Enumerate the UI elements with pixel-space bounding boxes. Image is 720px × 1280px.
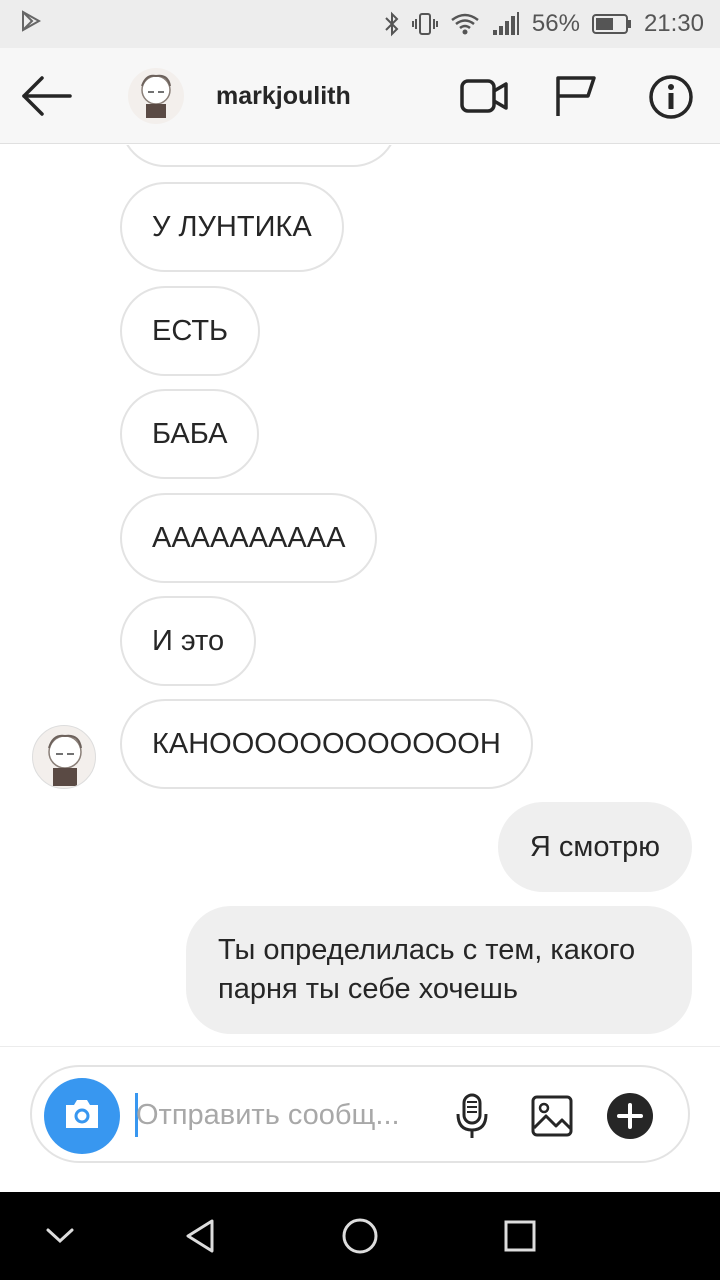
message-bubble-own[interactable]: Ты определилась с тем, какого парня ты с… <box>186 906 692 1034</box>
battery-icon <box>591 13 632 35</box>
flag-icon[interactable] <box>554 74 602 118</box>
message-bubble-own[interactable]: Я смотрю <box>497 802 692 892</box>
composer-bar <box>0 1046 720 1192</box>
nav-back-icon[interactable] <box>178 1214 222 1258</box>
message-bubble-cut <box>120 145 398 167</box>
message-text: ЕСТЬ <box>152 314 229 347</box>
chat-username[interactable]: markjoulith <box>216 82 351 111</box>
message-text: Ты определилась с тем, какого парня ты с… <box>218 934 636 1005</box>
message-bubble[interactable]: БАБА <box>120 389 260 479</box>
wifi-icon <box>450 12 480 36</box>
message-text: АААААААААА <box>152 521 346 554</box>
message-text: И это <box>152 624 225 657</box>
avatar[interactable] <box>128 68 184 124</box>
signal-icon <box>492 12 520 36</box>
message-thread: У ЛУНТИКА ЕСТЬ БАБА АААААААААА И это КАН… <box>0 145 720 1045</box>
info-icon[interactable] <box>648 74 696 119</box>
battery-percent: 56% <box>531 10 580 37</box>
message-bubble[interactable]: АААААААААА <box>120 493 378 583</box>
message-text: Я смотрю <box>529 830 660 863</box>
vibrate-icon <box>411 11 438 37</box>
status-bar: 56% 21:30 <box>0 0 720 48</box>
message-bubble[interactable]: ЕСТЬ <box>120 286 261 376</box>
camera-button[interactable] <box>44 1078 120 1154</box>
nav-recents-icon[interactable] <box>498 1214 542 1258</box>
message-bubble[interactable]: КАНООООООООООООН <box>120 699 533 789</box>
back-arrow-icon[interactable] <box>20 74 76 118</box>
message-text: КАНООООООООООООН <box>152 727 501 760</box>
chevron-down-icon[interactable] <box>38 1214 82 1258</box>
system-nav-bar <box>0 1192 720 1280</box>
chat-header: markjoulith <box>0 48 720 144</box>
message-text: У ЛУНТИКА <box>152 210 312 243</box>
clock: 21:30 <box>643 10 704 37</box>
message-bubble[interactable]: У ЛУНТИКА <box>120 182 344 272</box>
gallery-icon[interactable] <box>528 1092 576 1140</box>
message-bubble[interactable]: И это <box>120 596 257 686</box>
chat-screen: 56% 21:30 markjoulith У ЛУНТИКА ЕСТЬ БАБ… <box>0 0 720 1280</box>
play-store-icon <box>20 9 42 39</box>
nav-home-icon[interactable] <box>338 1214 382 1258</box>
message-text: БАБА <box>152 417 228 450</box>
composer <box>30 1065 690 1163</box>
sender-avatar[interactable] <box>32 725 96 789</box>
bluetooth-icon <box>384 11 400 37</box>
microphone-icon[interactable] <box>448 1092 496 1140</box>
plus-icon[interactable] <box>606 1092 654 1140</box>
camera-icon <box>62 1097 102 1136</box>
message-input[interactable] <box>136 1089 436 1141</box>
video-call-icon[interactable] <box>460 74 508 118</box>
